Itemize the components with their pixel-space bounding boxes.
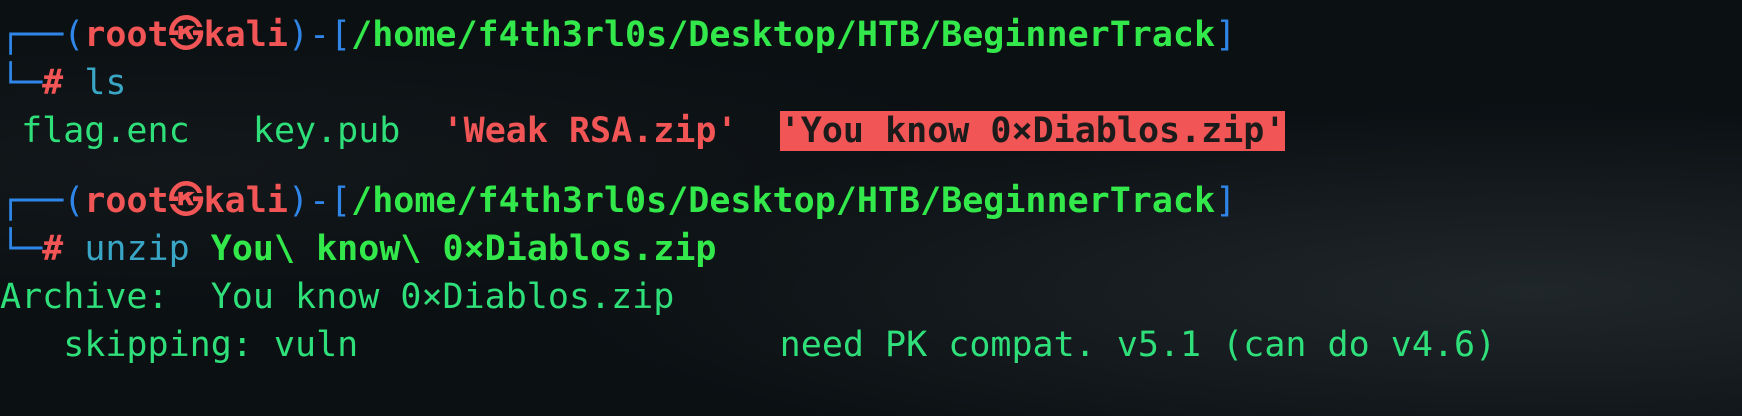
prompt-user: root bbox=[84, 181, 169, 221]
prompt-host: kali bbox=[203, 15, 288, 55]
terminal-window[interactable]: ┌──(root㉿kali)-[/home/f4th3rl0s/Desktop/… bbox=[0, 0, 1742, 416]
file-key-pub: key.pub bbox=[252, 111, 401, 151]
command-ls: ls bbox=[84, 63, 127, 103]
skip-reason: need PK compat. v5.1 (can do v4.6) bbox=[779, 325, 1497, 365]
prompt-close-bracket: ] bbox=[1215, 15, 1237, 55]
prompt-close-bracket: ] bbox=[1215, 181, 1237, 221]
prompt-path: /home/f4th3rl0s/Desktop/HTB/BeginnerTrac… bbox=[351, 15, 1216, 55]
prompt-separator: )-[ bbox=[287, 181, 352, 221]
archive-line: Archive: You know 0×Diablos.zip bbox=[0, 273, 1742, 321]
prompt-line-1: ┌──(root㉿kali)-[/home/f4th3rl0s/Desktop/… bbox=[0, 11, 1742, 59]
file-flag-enc: flag.enc bbox=[21, 111, 190, 151]
command-line-1: └─# ls bbox=[0, 59, 1742, 107]
file-weak-rsa-zip: 'Weak RSA.zip' bbox=[442, 111, 738, 151]
command-argument: You\ know\ 0×Diablos.zip bbox=[210, 229, 717, 269]
prompt-line-2: ┌──(root㉿kali)-[/home/f4th3rl0s/Desktop/… bbox=[0, 177, 1742, 225]
prompt-corner-bottom: └─ bbox=[0, 229, 43, 269]
skipping-line: skipping: vuln need PK compat. v5.1 (can… bbox=[0, 321, 1742, 369]
prompt-separator: )-[ bbox=[287, 15, 352, 55]
archive-name: You know 0×Diablos.zip bbox=[210, 277, 675, 317]
prompt-host: kali bbox=[203, 181, 288, 221]
kali-at-icon: ㉿ bbox=[168, 181, 204, 221]
kali-at-icon: ㉿ bbox=[168, 15, 204, 55]
archive-label: Archive: bbox=[0, 277, 169, 317]
prompt-corner-top: ┌──( bbox=[0, 15, 85, 55]
command-unzip: unzip bbox=[84, 229, 190, 269]
skip-label: skipping: vuln bbox=[63, 325, 359, 365]
prompt-corner-top: ┌──( bbox=[0, 181, 85, 221]
command-line-2: └─# unzip You\ know\ 0×Diablos.zip bbox=[0, 225, 1742, 273]
prompt-user: root bbox=[84, 15, 169, 55]
file-you-know-diablos-zip: 'You know 0×Diablos.zip' bbox=[779, 111, 1286, 151]
prompt-hash: # bbox=[42, 229, 64, 269]
prompt-path: /home/f4th3rl0s/Desktop/HTB/BeginnerTrac… bbox=[351, 181, 1216, 221]
ls-output-line: flag.enc key.pub 'Weak RSA.zip' 'You kno… bbox=[0, 107, 1742, 155]
prompt-corner-bottom: └─ bbox=[0, 63, 43, 103]
prompt-hash: # bbox=[42, 63, 64, 103]
